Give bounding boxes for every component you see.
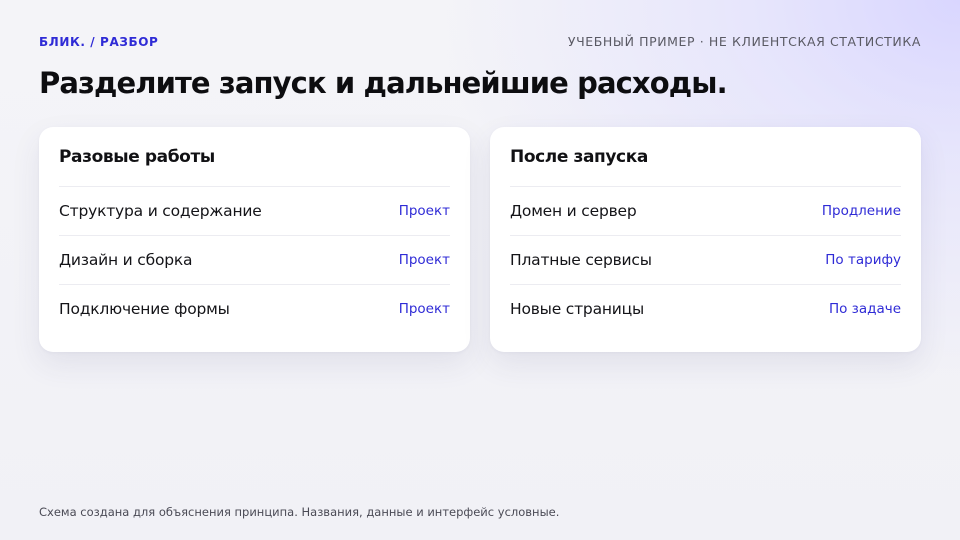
item-label: Дизайн и сборка: [59, 251, 193, 269]
disclaimer-note: УЧЕБНЫЙ ПРИМЕР · НЕ КЛИЕНТСКАЯ СТАТИСТИК…: [567, 34, 921, 49]
item-tag: Проект: [398, 203, 450, 219]
footer-disclaimer: Схема создана для объяснения принципа. Н…: [39, 505, 560, 519]
item-label: Структура и содержание: [59, 202, 262, 220]
card-title: Разовые работы: [59, 127, 450, 187]
item-label: Подключение формы: [59, 300, 230, 318]
list-item: Домен и сервер Продление: [510, 187, 901, 236]
item-label: Домен и сервер: [510, 202, 637, 220]
card-after-launch: После запуска Домен и сервер Продление П…: [490, 127, 921, 352]
item-tag: Продление: [821, 203, 901, 219]
card-title: После запуска: [510, 127, 901, 187]
item-tag: По тарифу: [825, 252, 901, 268]
item-tag: По задаче: [828, 301, 901, 317]
list-item: Структура и содержание Проект: [59, 187, 450, 236]
card-one-time-work: Разовые работы Структура и содержание Пр…: [39, 127, 470, 352]
list-item: Платные сервисы По тарифу: [510, 236, 901, 285]
item-tag: Проект: [398, 252, 450, 268]
list-item: Дизайн и сборка Проект: [59, 236, 450, 285]
page-title: Разделите запуск и дальнейшие расходы.: [39, 66, 728, 100]
brand-label: БЛИК. / РАЗБОР: [39, 35, 159, 49]
list-item: Новые страницы По задаче: [510, 285, 901, 333]
item-label: Платные сервисы: [510, 251, 652, 269]
item-label: Новые страницы: [510, 300, 645, 318]
list-item: Подключение формы Проект: [59, 285, 450, 333]
item-tag: Проект: [398, 301, 450, 317]
